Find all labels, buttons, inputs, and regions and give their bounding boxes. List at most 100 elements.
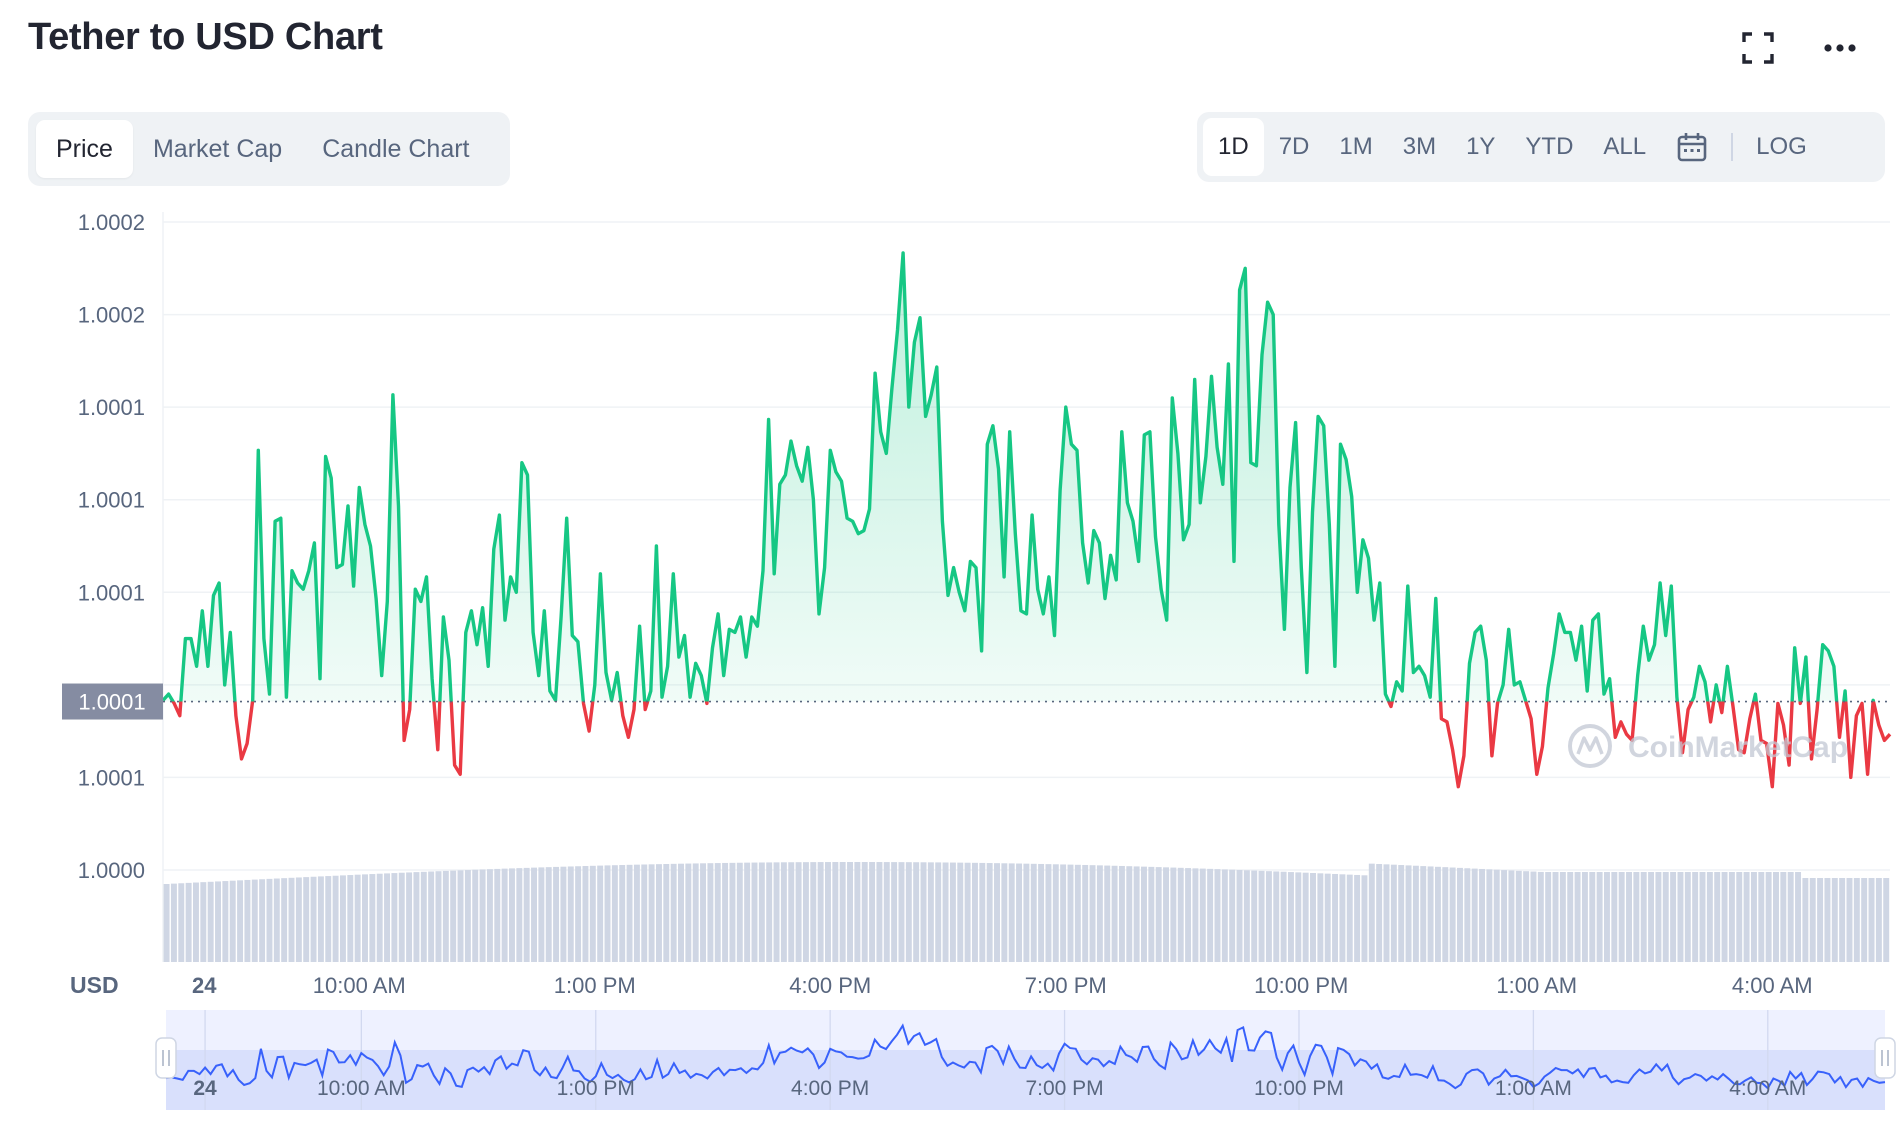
volume-bar (1449, 867, 1456, 962)
volume-bar (920, 862, 927, 962)
volume-bar (1221, 869, 1228, 962)
volume-bar (1214, 869, 1221, 962)
volume-bar (1089, 865, 1096, 962)
volume-bar (1060, 864, 1067, 962)
volume-bar (1728, 872, 1735, 962)
volume-bar (1390, 864, 1397, 962)
volume-bar (1795, 872, 1802, 962)
volume-bar (1552, 872, 1559, 962)
volume-bar (589, 865, 596, 962)
x-tick-label: 24 (192, 973, 217, 998)
volume-bar (1523, 871, 1530, 962)
volume-bar (905, 862, 912, 962)
volume-bar (648, 864, 655, 962)
volume-bar (1721, 872, 1728, 962)
volume-bar (1861, 878, 1868, 962)
volume-bar (913, 862, 920, 962)
volume-bar (281, 878, 288, 962)
volume-bar (1471, 868, 1478, 962)
volume-bar (1626, 872, 1632, 962)
volume-bar (1236, 869, 1243, 962)
volume-bar (185, 882, 192, 962)
volume-bar (215, 881, 221, 962)
x-tick-label: 10:00 AM (313, 973, 406, 998)
volume-bar (1243, 870, 1250, 962)
volume-bar (369, 874, 376, 962)
volume-bar (780, 862, 787, 962)
volume-bar (362, 874, 368, 962)
volume-bar (1883, 878, 1890, 962)
volume-bar (986, 863, 993, 962)
volume-bar (1537, 871, 1544, 962)
volume-bar (722, 862, 729, 962)
volume-bar (259, 879, 266, 962)
navigator-left-handle[interactable] (155, 1037, 177, 1079)
volume-bar (1501, 870, 1508, 962)
volume-bar (1875, 878, 1882, 962)
navigator-tick-label: 4:00 AM (1729, 1077, 1806, 1100)
volume-bar (163, 884, 170, 962)
volume-bar (1339, 874, 1346, 962)
volume-bar (391, 873, 398, 962)
volume-bar (847, 862, 853, 962)
volume-bar (435, 871, 442, 962)
volume-bar (244, 879, 251, 962)
navigator-right-handle[interactable] (1874, 1037, 1896, 1079)
volume-bar (751, 862, 758, 962)
volume-bar (1677, 872, 1684, 962)
volume-bar (1809, 878, 1816, 962)
volume-bar (1170, 867, 1177, 962)
volume-bar (192, 882, 199, 962)
volume-bar (1346, 874, 1353, 962)
volume-bar (560, 866, 567, 962)
volume-bar (273, 878, 280, 962)
volume-bar (1052, 864, 1059, 962)
volume-bar (1265, 871, 1272, 962)
volume-bar (222, 881, 229, 962)
volume-bar (501, 868, 508, 962)
volume-bar (1773, 872, 1779, 962)
volume-bar (523, 867, 530, 962)
volume-bar (1016, 863, 1023, 962)
volume-bar (237, 880, 244, 962)
volume-bar (1310, 873, 1316, 962)
reference-price-tag: 1.0001 (62, 683, 163, 720)
volume-bar (251, 879, 258, 962)
navigator-handle-body[interactable] (1874, 1037, 1896, 1079)
price-line-below-baseline (171, 701, 1892, 789)
volume-bar (1001, 863, 1008, 962)
watermark: CoinMarketCap (1568, 724, 1848, 768)
navigator-handle-body[interactable] (155, 1037, 177, 1079)
y-tick-label: 1.0000 (78, 858, 145, 883)
x-tick-label: 10:00 PM (1254, 973, 1348, 998)
time-navigator[interactable]: 24 10:00 AM 1:00 PM 4:00 PM 7:00 PM 10:00 PM 1… (155, 1010, 1896, 1110)
volume-bar (1354, 874, 1361, 962)
volume-bar (1581, 872, 1588, 962)
volume-bar (1412, 865, 1419, 962)
volume-bar (1111, 865, 1118, 962)
volume-bar (303, 877, 310, 962)
volume-bar (1008, 863, 1015, 962)
volume-bar (295, 877, 302, 962)
volume-bar (891, 862, 898, 962)
volume-bar (979, 862, 986, 962)
volume-bar (288, 877, 295, 962)
volume-bar (1302, 872, 1309, 962)
volume-bar (736, 862, 743, 962)
navigator-tick-label: 7:00 PM (1025, 1077, 1103, 1100)
volume-bar (567, 866, 574, 962)
volume-bar (1155, 867, 1162, 962)
volume-bar (758, 862, 765, 962)
volume-bar (384, 873, 391, 962)
volume-bar (1817, 878, 1824, 962)
volume-bar (1787, 872, 1794, 962)
volume-bar (1530, 871, 1537, 962)
volume-bar (825, 862, 831, 962)
volume-bar (1589, 872, 1596, 962)
volume-bar (1868, 878, 1875, 962)
volume-bar (619, 865, 626, 962)
volume-bar (1508, 870, 1515, 962)
volume-bar (1074, 864, 1081, 962)
volume-bar (428, 871, 435, 962)
volume-bar (1273, 871, 1280, 962)
